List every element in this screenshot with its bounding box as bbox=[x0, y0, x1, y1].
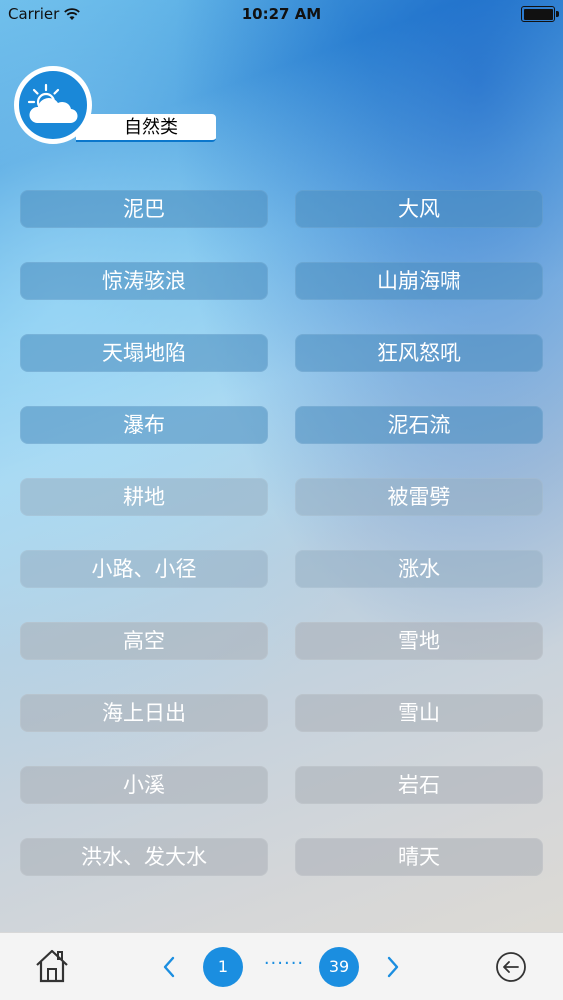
item-button[interactable]: 雪山 bbox=[295, 694, 543, 732]
current-page-indicator[interactable]: 1 bbox=[203, 947, 243, 987]
item-button[interactable]: 瀑布 bbox=[20, 406, 268, 444]
item-button[interactable]: 天塌地陷 bbox=[20, 334, 268, 372]
item-button[interactable]: 小溪 bbox=[20, 766, 268, 804]
item-button[interactable]: 泥巴 bbox=[20, 190, 268, 228]
category-header: 自然类 bbox=[14, 66, 224, 146]
category-title: 自然类 bbox=[76, 114, 216, 142]
home-icon bbox=[36, 949, 68, 983]
status-bar: Carrier 10:27 AM bbox=[0, 0, 563, 30]
battery-icon bbox=[521, 6, 559, 22]
item-button[interactable]: 泥石流 bbox=[295, 406, 543, 444]
home-button[interactable] bbox=[34, 947, 70, 985]
item-button[interactable]: 雪地 bbox=[295, 622, 543, 660]
previous-page-button[interactable] bbox=[158, 953, 180, 981]
next-page-button[interactable] bbox=[382, 953, 404, 981]
item-button[interactable]: 狂风怒吼 bbox=[295, 334, 543, 372]
item-button[interactable]: 山崩海啸 bbox=[295, 262, 543, 300]
item-button[interactable]: 岩石 bbox=[295, 766, 543, 804]
item-button[interactable]: 被雷劈 bbox=[295, 478, 543, 516]
item-button[interactable]: 晴天 bbox=[295, 838, 543, 876]
item-button[interactable]: 洪水、发大水 bbox=[20, 838, 268, 876]
item-button[interactable]: 涨水 bbox=[295, 550, 543, 588]
bottom-toolbar: 1 ······ 39 bbox=[0, 932, 563, 1000]
item-button[interactable]: 高空 bbox=[20, 622, 268, 660]
item-button[interactable]: 小路、小径 bbox=[20, 550, 268, 588]
chevron-left-icon bbox=[163, 956, 175, 978]
cloud-sun-icon bbox=[14, 66, 92, 144]
item-button[interactable]: 耕地 bbox=[20, 478, 268, 516]
status-time: 10:27 AM bbox=[241, 5, 322, 23]
back-arrow-icon bbox=[496, 952, 526, 982]
item-button[interactable]: 海上日出 bbox=[20, 694, 268, 732]
last-page-button[interactable]: 39 bbox=[319, 947, 359, 987]
chevron-right-icon bbox=[387, 956, 399, 978]
back-button[interactable] bbox=[494, 950, 528, 984]
page-ellipsis: ······ bbox=[263, 953, 305, 974]
item-grid: 泥巴 大风 惊涛骇浪 山崩海啸 天塌地陷 狂风怒吼 瀑布 泥石流 耕地 被雷劈 … bbox=[20, 190, 543, 876]
item-button[interactable]: 惊涛骇浪 bbox=[20, 262, 268, 300]
item-button[interactable]: 大风 bbox=[295, 190, 543, 228]
